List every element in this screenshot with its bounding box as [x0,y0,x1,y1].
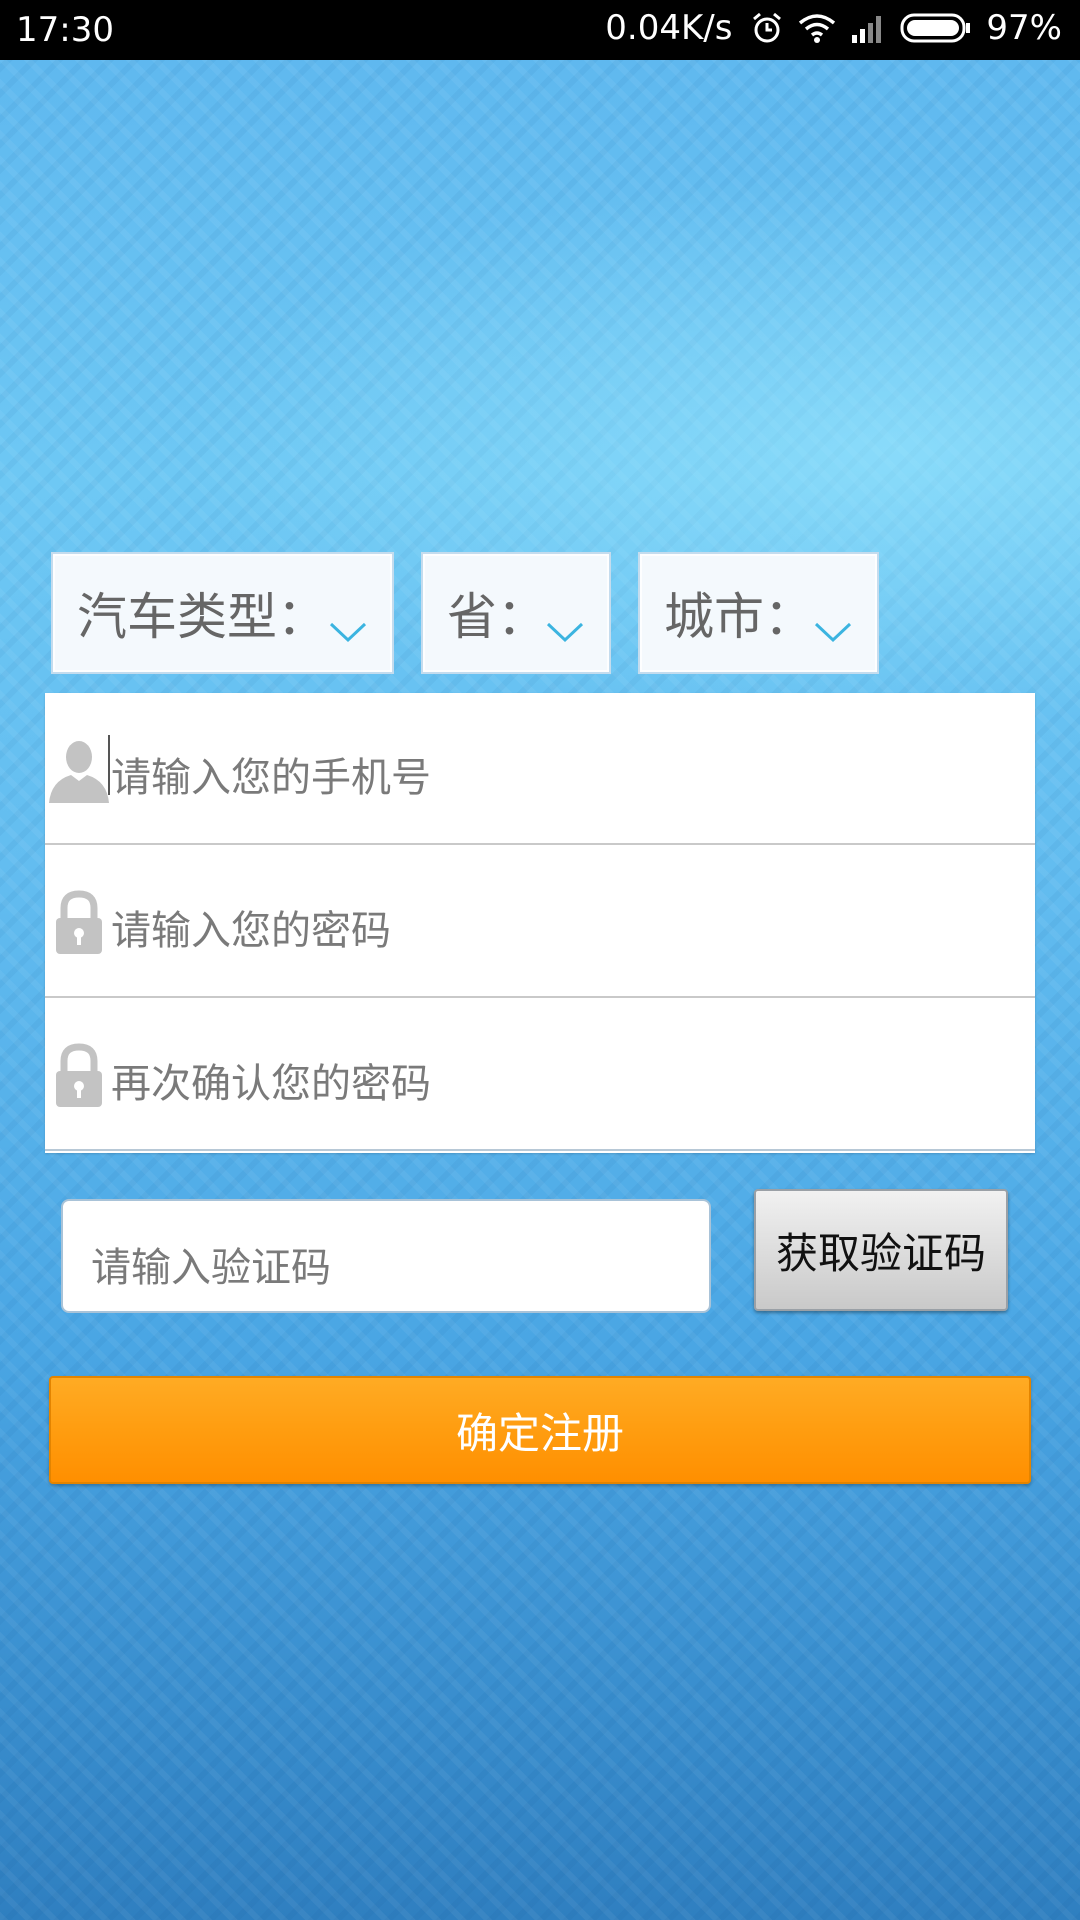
chevron-down-icon [328,598,368,656]
get-code-button[interactable]: 获取验证码 [754,1189,1008,1311]
wifi-icon [798,12,836,44]
user-icon [47,737,111,809]
signal-icon [850,13,886,43]
lock-icon [53,1043,105,1113]
alarm-icon [750,11,784,45]
city-selector[interactable]: 城市： [638,552,879,674]
credentials-card: 请输入您的手机号 请输入您的密码 再次确认您的密码 [45,693,1035,1153]
chevron-down-icon [813,598,853,656]
phone-placeholder: 请输入您的手机号 [111,755,431,801]
confirm-password-field[interactable]: 再次确认您的密码 [45,999,1035,1151]
code-placeholder: 请输入验证码 [91,1245,331,1291]
battery-icon [900,13,972,43]
register-screen: 17:30 0.04K/s 97% 汽车类型： 省： 城市： 请输入您的手机号 … [0,0,1080,1920]
password-field[interactable]: 请输入您的密码 [45,846,1035,998]
car-type-label: 汽车类型： [77,588,327,646]
verification-code-input[interactable]: 请输入验证码 [61,1199,711,1313]
phone-field[interactable]: 请输入您的手机号 [45,693,1035,845]
text-cursor [108,735,110,795]
province-selector[interactable]: 省： [421,552,611,674]
status-time: 17:30 [16,10,114,50]
status-right-group: 0.04K/s 97% [605,8,1062,48]
province-label: 省： [447,588,547,646]
lock-icon [53,890,105,960]
confirm-password-placeholder: 再次确认您的密码 [111,1061,431,1107]
chevron-down-icon [545,598,585,656]
battery-percent: 97% [986,8,1062,48]
status-bar: 17:30 0.04K/s 97% [0,0,1080,60]
city-label: 城市： [664,588,814,646]
network-speed: 0.04K/s [605,8,733,48]
car-type-selector[interactable]: 汽车类型： [51,552,394,674]
submit-register-button[interactable]: 确定注册 [49,1376,1031,1484]
password-placeholder: 请输入您的密码 [111,908,391,954]
